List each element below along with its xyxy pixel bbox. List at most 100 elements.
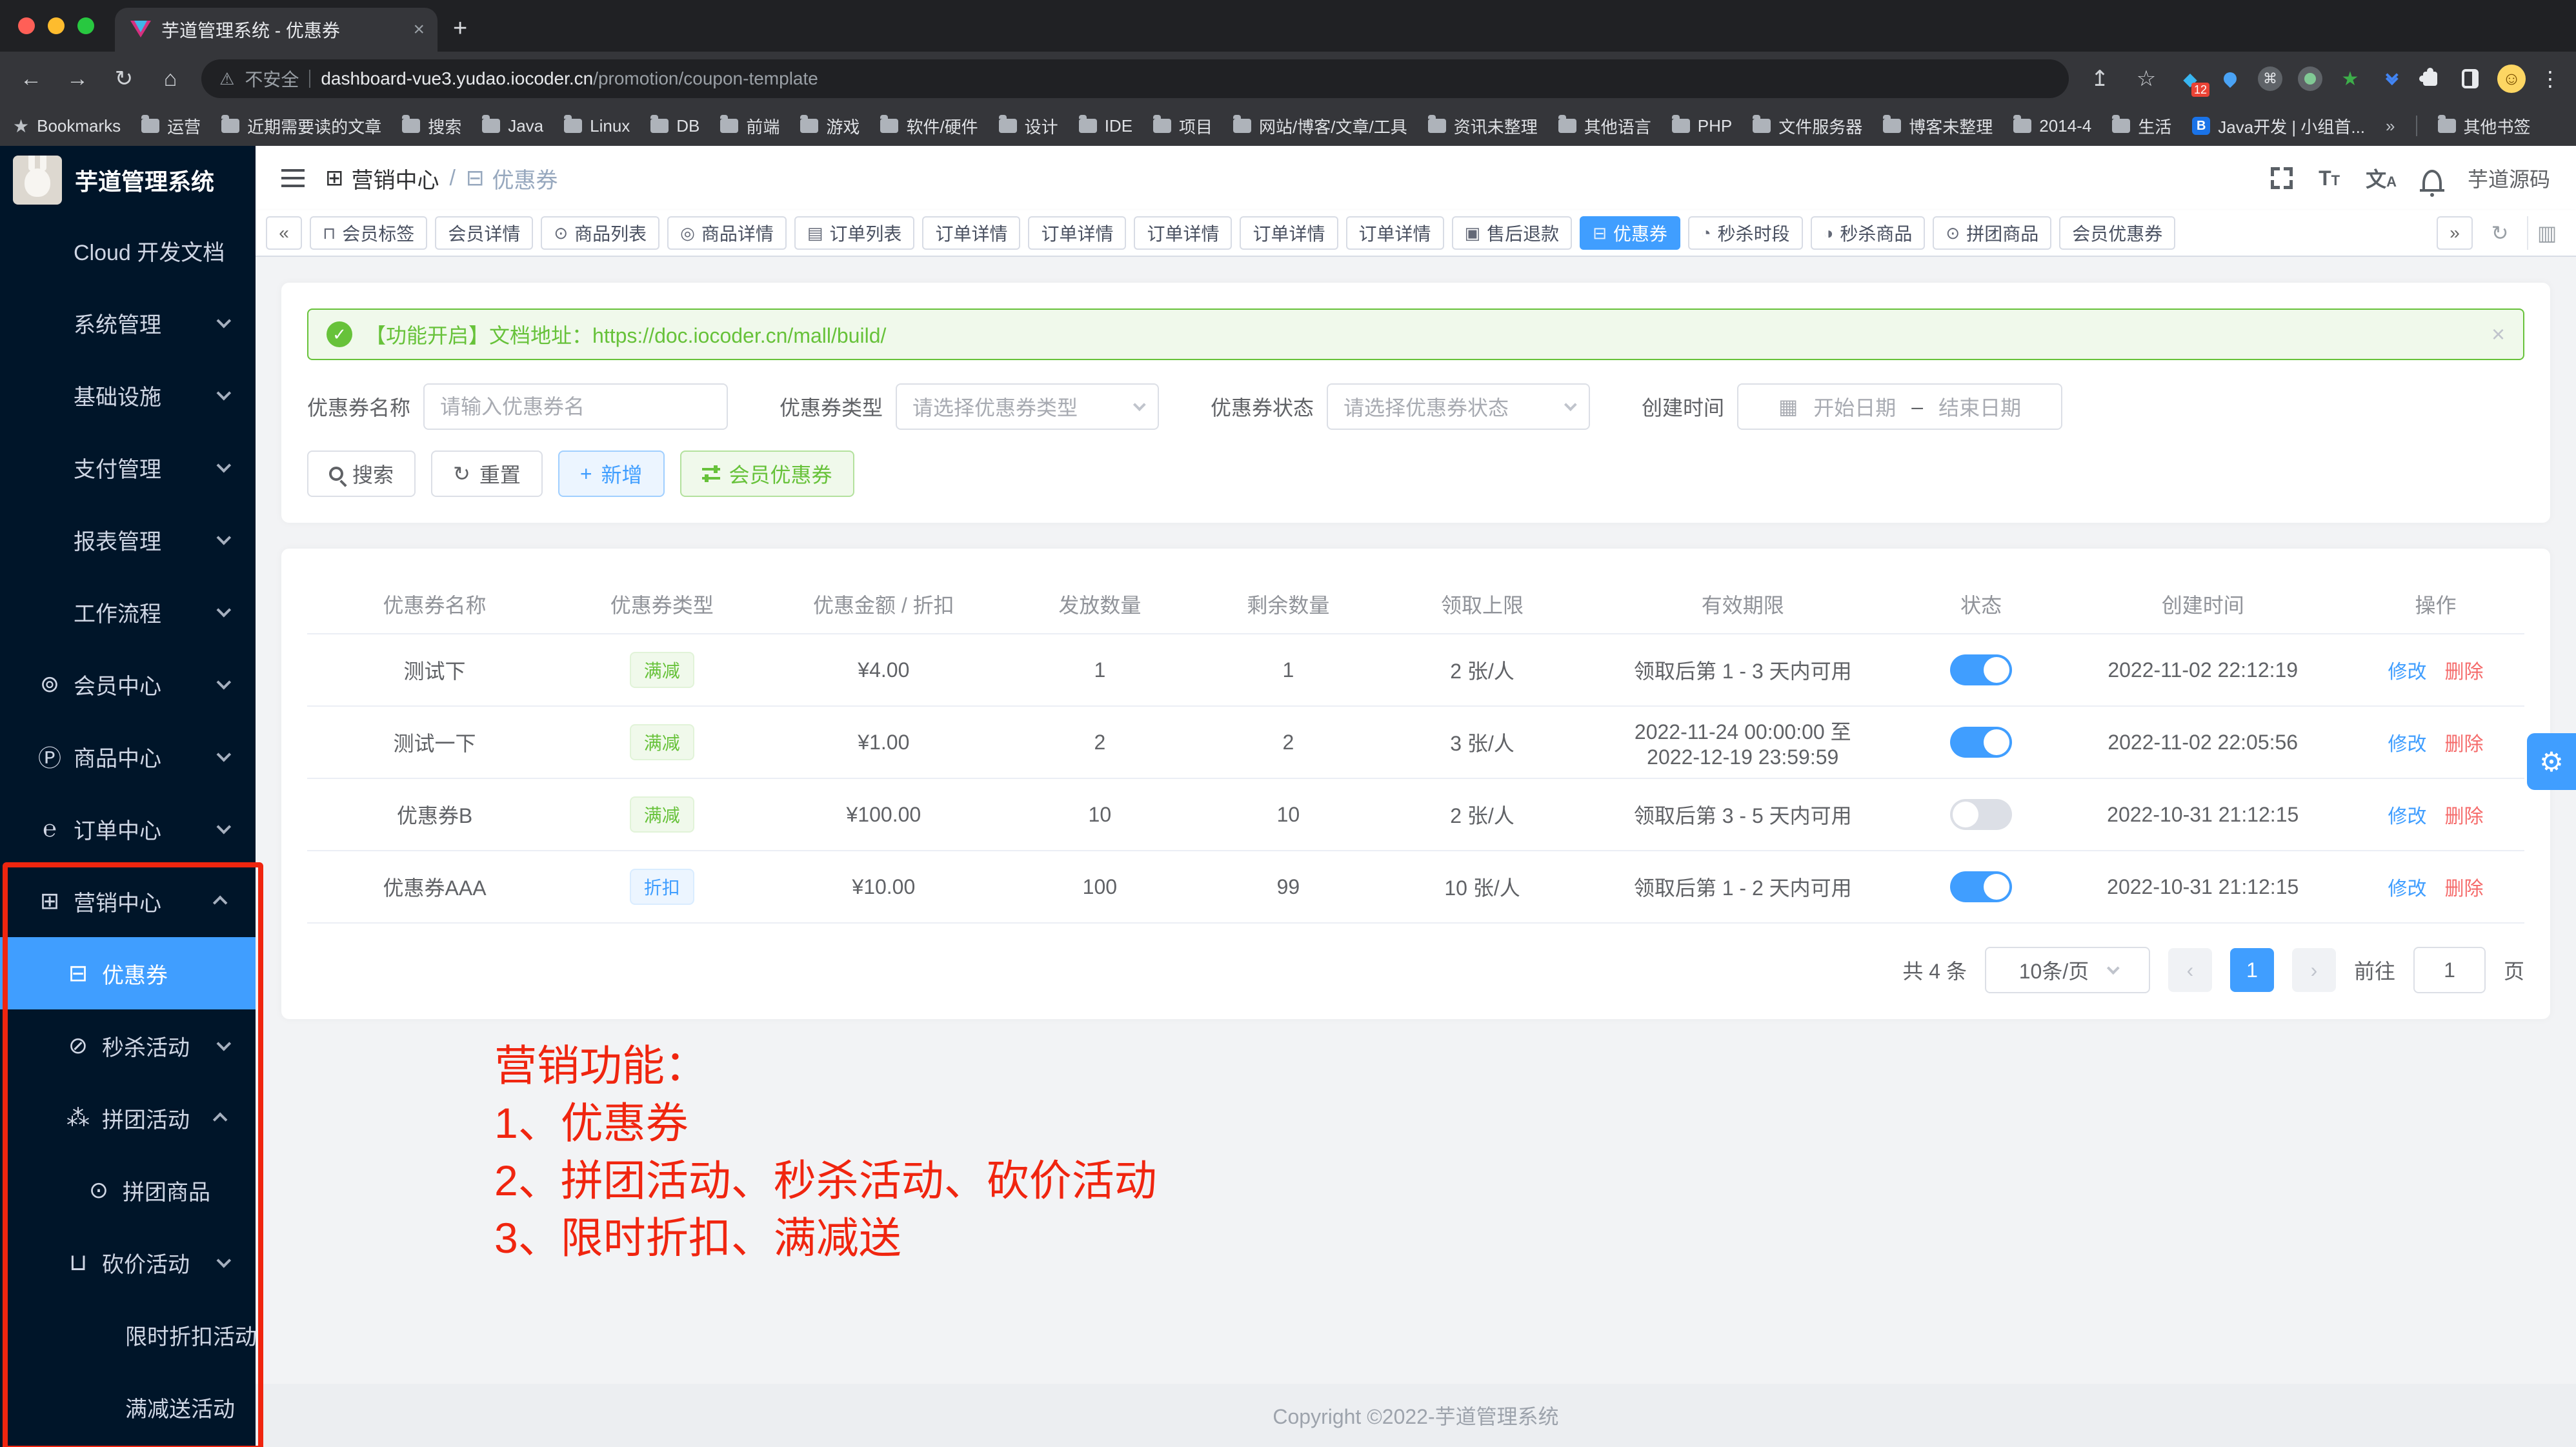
- status-toggle[interactable]: [1950, 727, 2012, 758]
- view-tab-订单列表[interactable]: ▤订单列表: [794, 216, 915, 250]
- view-tab-商品详情[interactable]: ◎商品详情: [667, 216, 787, 250]
- breadcrumb-parent[interactable]: ⊞营销中心: [325, 163, 439, 194]
- new-tab-button[interactable]: +: [453, 15, 467, 43]
- view-tab-订单详情[interactable]: 订单详情: [1028, 216, 1126, 250]
- date-range-picker[interactable]: ▦ 开始日期 – 结束日期: [1737, 383, 2062, 430]
- fullscreen-icon[interactable]: [2271, 167, 2293, 189]
- bookmark-folder[interactable]: IDE: [1079, 114, 1132, 138]
- sidebar-item-限时折扣活动[interactable]: 限时折扣活动: [0, 1299, 256, 1371]
- minimize-window-button[interactable]: [48, 17, 65, 34]
- bookmark-folder[interactable]: 近期需要读的文章: [221, 114, 381, 138]
- bookmark-folder[interactable]: 博客未整理: [1883, 114, 1993, 138]
- forward-icon[interactable]: →: [62, 66, 93, 92]
- status-toggle[interactable]: [1950, 799, 2012, 830]
- bookmark-link[interactable]: B Java开发 | 小组首...: [2192, 114, 2365, 138]
- edit-link[interactable]: 修改: [2388, 878, 2427, 900]
- close-window-button[interactable]: [18, 17, 35, 34]
- profile-avatar[interactable]: ☺: [2497, 65, 2526, 93]
- goto-page-input[interactable]: [2413, 947, 2486, 993]
- share-icon[interactable]: ↥: [2084, 66, 2115, 92]
- notification-bell-icon[interactable]: [2422, 170, 2442, 189]
- view-tab-售后退款[interactable]: ▣售后退款: [1452, 216, 1573, 250]
- address-bar[interactable]: ⚠ 不安全 dashboard-vue3.yudao.iocoder.cn/pr…: [201, 59, 2069, 98]
- view-tab-订单详情[interactable]: 订单详情: [1134, 216, 1232, 250]
- edit-link[interactable]: 修改: [2388, 734, 2427, 755]
- extension-record-icon[interactable]: [2297, 66, 2323, 92]
- search-button[interactable]: 搜索: [307, 450, 416, 497]
- view-tab-秒杀时段[interactable]: ◔秒杀时段: [1688, 216, 1803, 250]
- extension-command-icon[interactable]: ⌘: [2257, 66, 2283, 92]
- locale-icon[interactable]: 文A: [2366, 163, 2397, 193]
- bookmarks-overflow-icon[interactable]: »: [2386, 116, 2395, 136]
- status-toggle[interactable]: [1950, 654, 2012, 685]
- sidebar-item-拼团活动[interactable]: ⁂拼团活动: [0, 1082, 256, 1154]
- delete-link[interactable]: 删除: [2445, 806, 2484, 827]
- coupon-name-input[interactable]: [423, 383, 728, 430]
- tabs-refresh-icon[interactable]: ↻: [2480, 216, 2519, 250]
- browser-menu-icon[interactable]: ⋮: [2540, 66, 2561, 91]
- sidebar-item-秒杀活动[interactable]: ⊘秒杀活动: [0, 1009, 256, 1082]
- bookmark-folder[interactable]: Java: [482, 114, 543, 138]
- edit-link[interactable]: 修改: [2388, 662, 2427, 683]
- view-tab-拼团商品[interactable]: ⊙拼团商品: [1933, 216, 2051, 250]
- bookmark-star-icon[interactable]: ☆: [2131, 66, 2162, 92]
- sidebar-item-报表管理[interactable]: 报表管理: [0, 503, 256, 576]
- next-page-button[interactable]: ›: [2292, 948, 2336, 992]
- bookmarks-root[interactable]: ★ Bookmarks: [13, 116, 121, 137]
- tabs-scroll-right-icon[interactable]: »: [2437, 216, 2473, 250]
- window-controls[interactable]: [0, 0, 115, 52]
- bookmark-folder[interactable]: DB: [650, 114, 699, 138]
- view-tab-会员优惠券[interactable]: 会员优惠券: [2059, 216, 2175, 250]
- bookmark-folder[interactable]: 生活: [2112, 114, 2171, 138]
- bookmark-folder[interactable]: 文件服务器: [1753, 114, 1862, 138]
- delete-link[interactable]: 删除: [2445, 878, 2484, 900]
- reload-icon[interactable]: ↻: [108, 66, 139, 92]
- bookmark-folder[interactable]: Linux: [564, 114, 630, 138]
- tab-close-icon[interactable]: ×: [413, 19, 425, 41]
- prev-page-button[interactable]: ‹: [2168, 948, 2212, 992]
- bookmark-folder[interactable]: 前端: [720, 114, 780, 138]
- zoom-window-button[interactable]: [77, 17, 94, 34]
- settings-fab[interactable]: ⚙: [2527, 733, 2576, 790]
- username[interactable]: 芋道源码: [2468, 163, 2550, 193]
- other-bookmarks[interactable]: 其他书签: [2438, 114, 2531, 138]
- view-tab-订单详情[interactable]: 订单详情: [1346, 216, 1444, 250]
- sidebar-item-工作流程[interactable]: 工作流程: [0, 576, 256, 648]
- sidebar-item-优惠券[interactable]: ⊟优惠券: [0, 937, 256, 1009]
- sidebar-item-会员中心[interactable]: ⊚会员中心: [0, 648, 256, 720]
- bookmark-folder[interactable]: 资讯未整理: [1428, 114, 1538, 138]
- add-button[interactable]: +新增: [558, 450, 665, 497]
- alert-link[interactable]: https://doc.iocoder.cn/mall/build/: [592, 324, 886, 347]
- extension-star-icon[interactable]: ★: [2337, 66, 2363, 92]
- sidebar-item-系统管理[interactable]: 系统管理: [0, 287, 256, 359]
- extension-diamond-icon[interactable]: ◆12: [2177, 66, 2203, 92]
- bookmark-folder[interactable]: 游戏: [800, 114, 860, 138]
- collapse-menu-icon[interactable]: [281, 169, 305, 187]
- side-panel-icon[interactable]: [2457, 66, 2483, 92]
- sidebar-item-商品中心[interactable]: Ⓟ商品中心: [0, 720, 256, 793]
- bookmark-folder[interactable]: 2014-4: [2013, 114, 2091, 138]
- sidebar-item-基础设施[interactable]: 基础设施: [0, 359, 256, 431]
- coupon-status-select[interactable]: 请选择优惠券状态: [1327, 383, 1590, 430]
- status-toggle[interactable]: [1950, 871, 2012, 902]
- bookmark-folder[interactable]: 网站/博客/文章/工具: [1233, 114, 1407, 138]
- sidebar-item-拼团商品[interactable]: ⊙拼团商品: [0, 1154, 256, 1226]
- view-tab-秒杀商品[interactable]: ◑秒杀商品: [1811, 216, 1926, 250]
- back-icon[interactable]: ←: [15, 66, 46, 92]
- extensions-puzzle-icon[interactable]: [2417, 66, 2443, 92]
- bookmark-folder[interactable]: 项目: [1153, 114, 1213, 138]
- bookmark-folder[interactable]: 其他语言: [1558, 114, 1651, 138]
- view-tab-会员详情[interactable]: 会员详情: [435, 216, 533, 250]
- font-size-icon[interactable]: TT: [2319, 167, 2340, 190]
- page-size-select[interactable]: 10条/页: [1985, 947, 2150, 993]
- view-tab-会员标签[interactable]: ⊓会员标签: [310, 216, 427, 250]
- view-tab-商品列表[interactable]: ⊙商品列表: [541, 216, 659, 250]
- home-icon[interactable]: ⌂: [155, 66, 186, 92]
- sidebar-item-订单中心[interactable]: ℮订单中心: [0, 793, 256, 865]
- bookmark-folder[interactable]: 运营: [141, 114, 201, 138]
- extension-pin-icon[interactable]: [2217, 66, 2243, 92]
- page-number-button[interactable]: 1: [2230, 948, 2274, 992]
- sidebar-item-砍价活动[interactable]: ⊔砍价活动: [0, 1226, 256, 1299]
- reset-button[interactable]: ↻重置: [431, 450, 543, 497]
- extension-chevrons-icon[interactable]: [2377, 66, 2403, 92]
